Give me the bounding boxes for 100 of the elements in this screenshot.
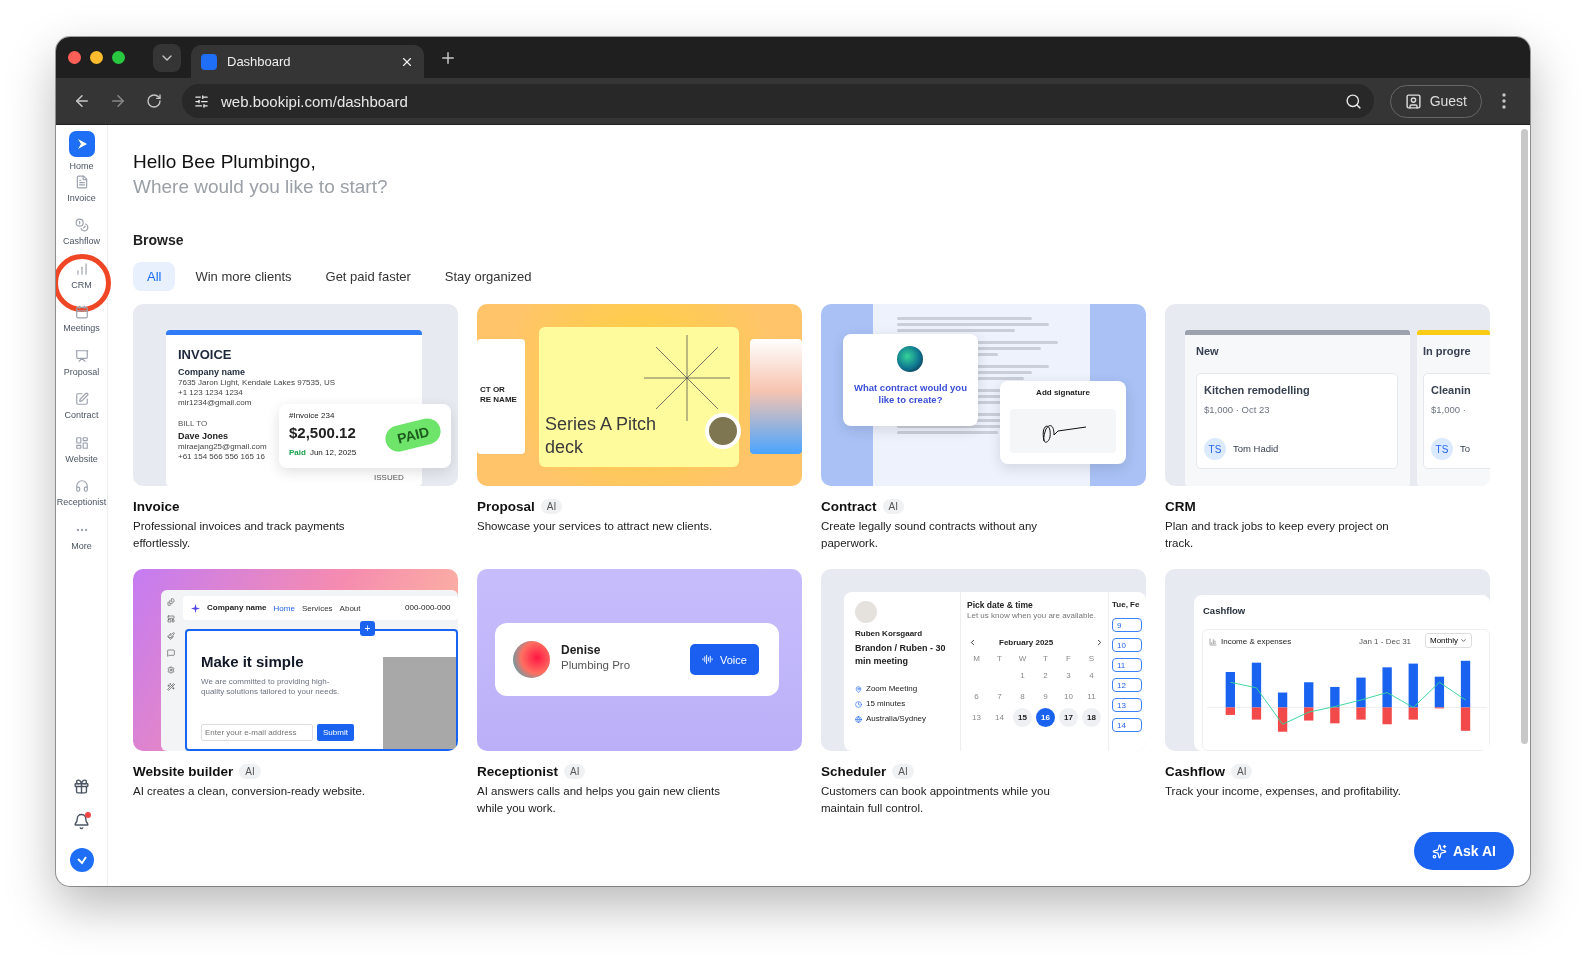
tool-icon[interactable] [167, 598, 175, 606]
ai-badge: AI [1231, 764, 1253, 779]
contract-preview[interactable]: What contract would you like to create? Add signature [821, 304, 1146, 486]
card-title[interactable]: Proposal [477, 499, 535, 514]
expense-bar [1251, 707, 1262, 720]
card-description: AI answers calls and helps you gain new clients while you work. [477, 784, 721, 816]
issued-label: ISSUED [374, 473, 404, 483]
ask-ai-button[interactable]: Ask AI [1413, 832, 1514, 870]
previous-month-icon[interactable] [968, 638, 977, 647]
tab-list-button[interactable] [153, 43, 181, 72]
calendar-day[interactable]: 16 [1036, 708, 1055, 727]
submit-button[interactable]: Submit [317, 724, 354, 741]
minimize-window-button[interactable] [90, 51, 103, 64]
website-preview[interactable]: Company name Home Services About 000-000-000 Make it simple We are committed to providing high-quality solutions tailored to your needs. Enter your e-mail address Submit + [133, 569, 458, 751]
income-bar [1304, 682, 1314, 708]
calendar-day: 3 [1059, 666, 1078, 685]
globe-logo-icon [897, 346, 923, 372]
address-bar[interactable]: web.bookipi.com/dashboard [182, 84, 1374, 118]
greeting-subtitle: Where would you like to start? [133, 176, 389, 198]
sidebar-item[interactable]: Receptionist [56, 479, 107, 523]
detail-icon [855, 685, 862, 693]
card-title[interactable]: Scheduler [821, 764, 887, 779]
date-range: Jan 1 - Dec 31 [1359, 637, 1412, 647]
time-slot[interactable]: 11 [1112, 658, 1142, 672]
card-description: Plan and track jobs to keep every project on track. [1165, 519, 1390, 551]
expense-bar [1460, 707, 1471, 731]
notification-bell-icon[interactable] [73, 813, 90, 830]
host-name: Ruben Korsgaard [855, 629, 923, 639]
agent-role: Plumbing Pro [561, 658, 631, 673]
sidebar-item[interactable]: CRM [56, 261, 107, 305]
tool-icon[interactable] [167, 632, 175, 640]
filter-tab[interactable]: All [133, 262, 176, 291]
profile-button[interactable]: Guest [1389, 84, 1482, 118]
cashflow-preview[interactable]: Cashflow Income & expenses Jan 1 - Dec 31 Monthly [1165, 569, 1490, 751]
next-month-icon[interactable] [1095, 638, 1104, 647]
income-bar [1225, 672, 1235, 708]
weekday-label: T [997, 654, 1002, 664]
invoice-preview[interactable] [133, 304, 458, 486]
search-icon[interactable] [1344, 92, 1362, 110]
sidebar-item[interactable]: More [56, 522, 107, 566]
card-title[interactable]: Invoice [133, 499, 180, 514]
tool-icon[interactable] [167, 683, 175, 691]
time-slot[interactable]: 14 [1112, 718, 1142, 732]
filter-tab[interactable]: Win more clients [181, 262, 306, 291]
tool-icon[interactable] [167, 615, 175, 623]
proposal-preview[interactable]: CT OR RE NAME Series A Pitch deck [477, 304, 802, 486]
sidebar-item[interactable]: Proposal [56, 348, 107, 392]
browser-tab[interactable]: Dashboard [191, 45, 424, 78]
site-settings-icon[interactable] [194, 93, 209, 109]
add-section-button[interactable]: + [360, 621, 375, 636]
crm-preview[interactable]: New Kitchen remodelling $1,000 · Oct 23 TS Tom Hadid In progre Cleanin $1,000 · TS To [1165, 304, 1490, 486]
calendar-icon [74, 305, 89, 319]
sidebar-item[interactable]: Invoice [56, 174, 107, 218]
receptionist-preview[interactable]: Denise Plumbing Pro Voice [477, 569, 802, 751]
avatar-initials: TS [1204, 438, 1226, 460]
tool-icon[interactable] [167, 666, 175, 674]
site-nav-link[interactable]: Services [301, 603, 333, 613]
calendar-day: 6 [967, 687, 986, 706]
time-slot[interactable]: 9 [1112, 618, 1142, 632]
check-logo-icon[interactable] [69, 848, 94, 872]
filter-tab[interactable]: Get paid faster [311, 262, 425, 291]
time-slot[interactable]: 12 [1112, 678, 1142, 692]
close-window-button[interactable] [68, 51, 81, 64]
calendar-day: 9 [1036, 687, 1055, 706]
sidebar-item[interactable]: Website [56, 435, 107, 479]
sidebar-item[interactable]: Meetings [56, 305, 107, 349]
sidebar-item[interactable]: Home [56, 131, 107, 175]
expense-bar [1304, 707, 1314, 721]
calendar-day[interactable]: 17 [1059, 708, 1078, 727]
card-title[interactable]: CRM [1165, 499, 1196, 514]
card-description: Track your income, expenses, and profitability. [1165, 784, 1402, 799]
income-bar [1330, 686, 1340, 708]
document-icon [74, 174, 89, 189]
zoom-window-button[interactable] [112, 51, 125, 64]
calendar-day[interactable]: 18 [1082, 708, 1101, 727]
card-title[interactable]: Cashflow [1165, 764, 1225, 779]
site-company-name: Company name [207, 603, 267, 613]
calendar-day[interactable]: 15 [1013, 708, 1032, 727]
site-nav-link[interactable]: Home [273, 603, 295, 613]
income-bar [1277, 692, 1288, 708]
calendar-day: 10 [1059, 687, 1078, 706]
waveform-icon [702, 654, 713, 665]
chart-icon [1209, 638, 1217, 646]
time-slot[interactable]: 10 [1112, 638, 1142, 652]
sidebar-item[interactable]: Contract [56, 392, 107, 436]
picker-hint: Let us know when you are available. [967, 610, 1097, 621]
card-title[interactable]: Website builder [133, 764, 234, 779]
site-nav-link[interactable]: About [339, 603, 361, 613]
email-field[interactable]: Enter your e-mail address [201, 724, 313, 741]
agent-avatar [513, 641, 550, 678]
agent-name: Denise [561, 643, 602, 658]
period-dropdown[interactable]: Monthly [1425, 633, 1472, 648]
filter-tab[interactable]: Stay organized [430, 262, 546, 291]
time-slot[interactable]: 13 [1112, 698, 1142, 712]
sidebar-item[interactable]: Cashflow [56, 218, 107, 262]
voice-button[interactable]: Voice [690, 644, 759, 675]
company-name: Company name [178, 367, 247, 379]
gift-icon[interactable] [73, 778, 90, 795]
card-title[interactable]: Contract [821, 499, 877, 514]
card-title[interactable]: Receptionist [477, 764, 558, 779]
